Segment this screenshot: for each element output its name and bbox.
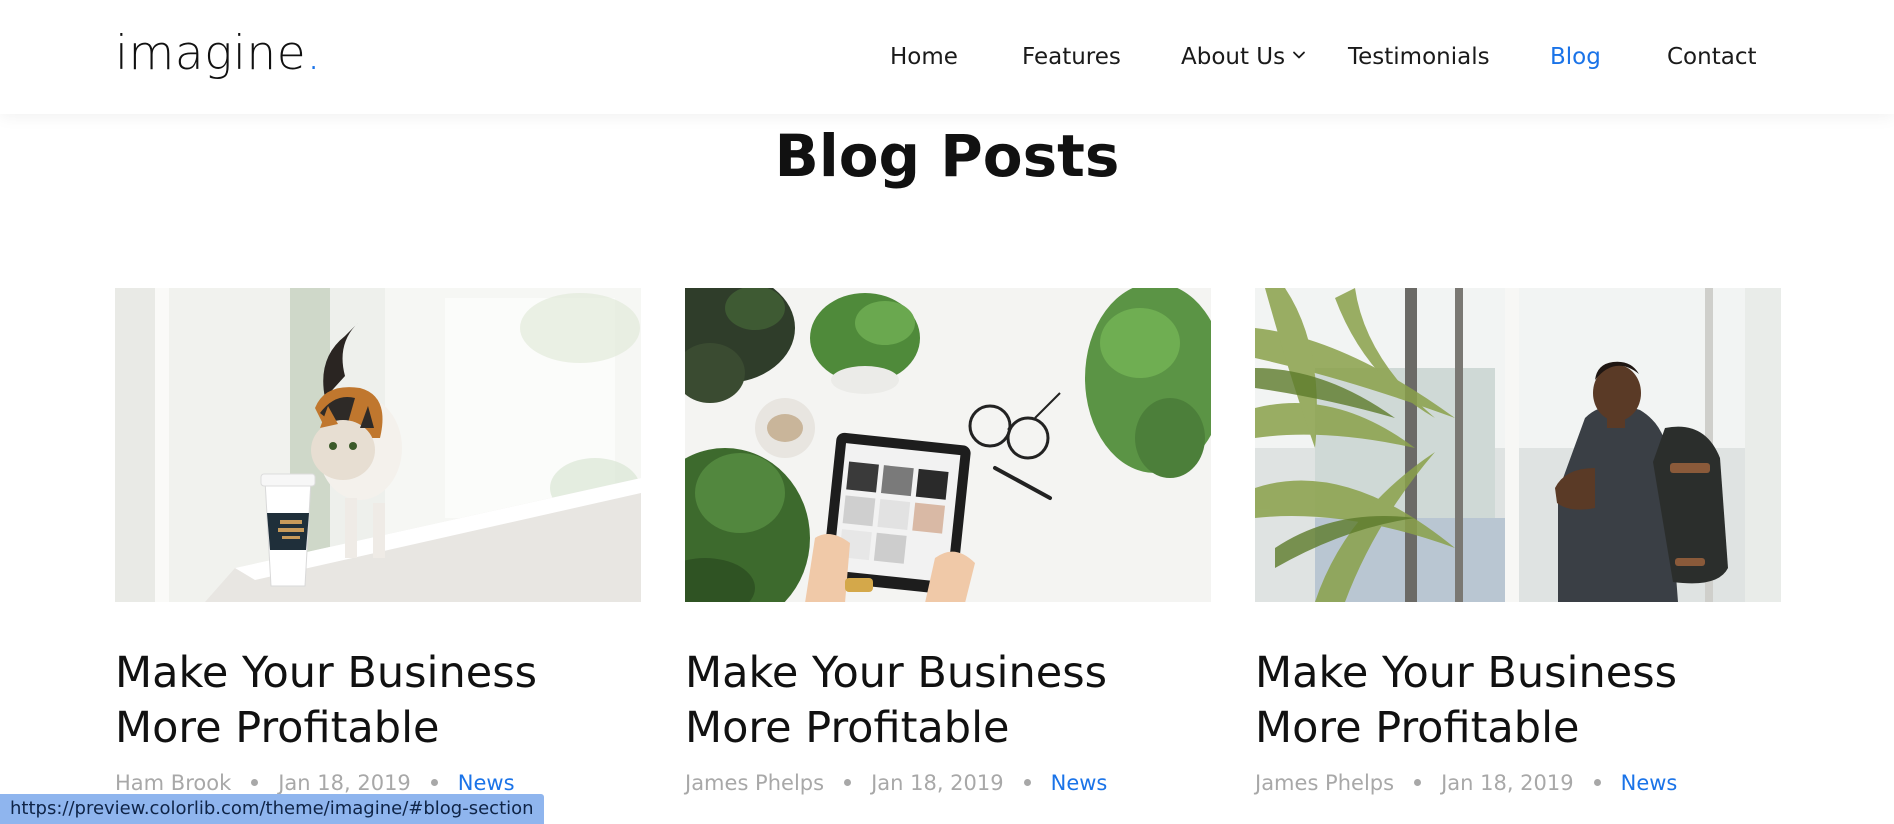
post-category-link[interactable]: News: [1051, 771, 1108, 795]
blog-card-image[interactable]: [115, 288, 641, 602]
blog-card-title[interactable]: Make Your Business More Profitable: [1255, 646, 1781, 756]
post-date: Jan 18, 2019: [1441, 771, 1574, 795]
blog-card-meta: James Phelps Jan 18, 2019 News: [685, 768, 1245, 798]
nav-blog[interactable]: Blog: [1550, 40, 1601, 74]
post-author: James Phelps: [685, 771, 825, 795]
blog-card-title[interactable]: Make Your Business More Profitable: [685, 646, 1211, 756]
post-category-link[interactable]: News: [458, 771, 515, 795]
chevron-down-icon: [1293, 51, 1306, 59]
cat-with-coffee-cup-photo: [115, 288, 641, 602]
man-with-backpack-photo: [1255, 288, 1781, 602]
nav-features[interactable]: Features: [1022, 40, 1121, 74]
meta-separator: [844, 779, 852, 786]
blog-card-image[interactable]: [685, 288, 1211, 602]
post-author: James Phelps: [1255, 771, 1395, 795]
meta-separator: [430, 779, 438, 786]
tablet-and-plants-photo: [685, 288, 1211, 602]
status-bar-url: https://preview.colorlib.com/theme/imagi…: [0, 794, 544, 824]
nav-about-us[interactable]: About Us: [1181, 40, 1307, 74]
nav-home[interactable]: Home: [890, 40, 958, 74]
section-title: Blog Posts: [774, 122, 1120, 190]
meta-separator: [1593, 779, 1601, 786]
meta-separator: [1023, 779, 1031, 786]
nav-contact[interactable]: Contact: [1667, 40, 1756, 74]
meta-separator: [251, 779, 259, 786]
post-author: Ham Brook: [115, 771, 232, 795]
post-date: Jan 18, 2019: [871, 771, 1004, 795]
blog-card-title[interactable]: Make Your Business More Profitable: [115, 646, 641, 756]
blog-card-meta: James Phelps Jan 18, 2019 News: [1255, 768, 1815, 798]
main-nav: Home Features About Us Testimonials Blog…: [0, 0, 1894, 114]
nav-about-us-label: About Us: [1181, 44, 1286, 70]
meta-separator: [1414, 779, 1422, 786]
blog-card-image[interactable]: [1255, 288, 1781, 602]
nav-testimonials[interactable]: Testimonials: [1348, 40, 1490, 74]
site-header: imagine. Home Features About Us Testimon…: [0, 0, 1894, 114]
post-date: Jan 18, 2019: [278, 771, 411, 795]
post-category-link[interactable]: News: [1621, 771, 1678, 795]
